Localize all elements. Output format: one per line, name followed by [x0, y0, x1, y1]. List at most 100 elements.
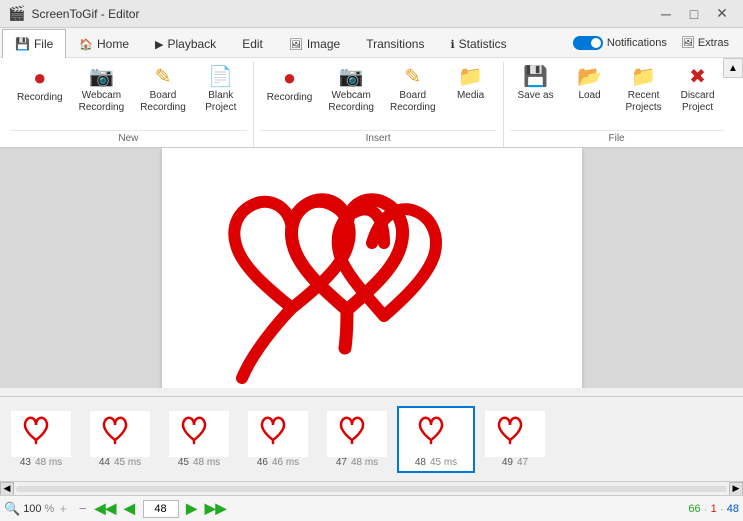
save-as-icon: 💾: [523, 67, 548, 87]
insert-webcam-button[interactable]: 📷 WebcamRecording: [321, 62, 381, 119]
tab-statistics[interactable]: ℹ Statistics: [437, 29, 519, 58]
frame-44-info: 44 45 ms: [99, 457, 141, 468]
frame-46-info: 46 46 ms: [257, 457, 299, 468]
frame-46-thumbnail: [248, 411, 308, 457]
app-title: ScreenToGif - Editor: [31, 7, 139, 21]
frame-44-thumbnail: [90, 411, 150, 457]
file-icon: 💾: [15, 37, 30, 51]
discard-icon: ✖: [689, 67, 706, 87]
frame-46[interactable]: 46 46 ms: [239, 406, 317, 473]
save-as-label: Save as: [517, 90, 553, 102]
coord-separator-2: ·: [720, 502, 724, 516]
frame-48-ms: 45 ms: [430, 457, 457, 468]
frame-47-num: 47: [336, 457, 347, 468]
zoom-separator-1: +: [59, 501, 67, 516]
webcam-recording-button[interactable]: 📷 WebcamRecording: [72, 62, 132, 119]
insert-recording-button[interactable]: ● Recording: [260, 62, 320, 109]
extras-button[interactable]: 🖼 Extras: [675, 34, 735, 51]
zoom-value: 100: [23, 503, 41, 515]
frame-43-num: 43: [20, 457, 31, 468]
ribbon-group-insert-items: ● Recording 📷 WebcamRecording ✎ BoardRec…: [260, 62, 497, 128]
insert-board-button[interactable]: ✎ BoardRecording: [383, 62, 443, 119]
board-label: BoardRecording: [140, 90, 186, 114]
toggle-switch[interactable]: [573, 36, 603, 50]
maximize-button[interactable]: □: [681, 4, 707, 24]
frame-43[interactable]: 43 48 ms: [2, 406, 80, 473]
zoom-icon: 🔍: [4, 501, 20, 517]
frame-45-thumbnail: [169, 411, 229, 457]
frame-49[interactable]: 49 47: [476, 406, 554, 473]
notifications-toggle[interactable]: Notifications: [573, 36, 667, 50]
playback-icon: ▶: [155, 38, 163, 51]
close-button[interactable]: ✕: [709, 4, 735, 24]
tab-playback-label: Playback: [167, 37, 216, 51]
nav-first-button[interactable]: ◀◀: [95, 499, 117, 519]
ribbon-group-file-items: 💾 Save as 📂 Load 📁 RecentProjects ✖ Disc…: [510, 62, 724, 128]
tab-image-label: Image: [307, 37, 340, 51]
media-label: Media: [457, 90, 484, 102]
menu-bar: 💾 File 🏠 Home ▶ Playback Edit 🖼 Image Tr…: [0, 28, 743, 58]
coordinates-area: 66 · 1 · 48: [688, 502, 739, 516]
frame-49-ms: 47: [517, 457, 528, 468]
frame-48-info: 48 45 ms: [415, 457, 457, 468]
extras-icon: 🖼: [681, 36, 695, 49]
frame-44-ms: 45 ms: [114, 457, 141, 468]
nav-prev-button[interactable]: ◀: [119, 499, 141, 519]
recording-button[interactable]: ● Recording: [10, 62, 70, 109]
frame-47[interactable]: 47 48 ms: [318, 406, 396, 473]
tab-edit[interactable]: Edit: [229, 29, 276, 58]
scroll-right-button[interactable]: ▶: [729, 482, 743, 496]
title-bar-left: 🎬 ScreenToGif - Editor: [8, 5, 139, 22]
tab-transitions[interactable]: Transitions: [353, 29, 437, 58]
media-icon: 📁: [458, 67, 483, 87]
webcam-label: WebcamRecording: [79, 90, 125, 114]
discard-project-button[interactable]: ✖ DiscardProject: [672, 62, 724, 119]
frame-46-ms: 46 ms: [272, 457, 299, 468]
tab-file[interactable]: 💾 File: [2, 29, 66, 58]
tab-home[interactable]: 🏠 Home: [66, 29, 142, 58]
new-group-label: New: [10, 130, 247, 147]
recent-projects-button[interactable]: 📁 RecentProjects: [618, 62, 670, 119]
insert-webcam-icon: 📷: [339, 67, 364, 87]
scroll-track[interactable]: [16, 486, 727, 492]
coord-x-value: 66: [688, 503, 700, 515]
tab-file-label: File: [34, 37, 53, 51]
frame-number-input[interactable]: [143, 500, 179, 518]
title-bar: 🎬 ScreenToGif - Editor ─ □ ✕: [0, 0, 743, 28]
minus-icon: −: [79, 501, 87, 516]
frame-44[interactable]: 44 45 ms: [81, 406, 159, 473]
frame-45[interactable]: 45 48 ms: [160, 406, 238, 473]
tab-image[interactable]: 🖼 Image: [276, 29, 353, 58]
frame-46-num: 46: [257, 457, 268, 468]
canvas-container: [0, 148, 743, 388]
board-recording-button[interactable]: ✎ BoardRecording: [133, 62, 193, 119]
frame-48[interactable]: 48 45 ms: [397, 406, 475, 473]
load-label: Load: [578, 90, 600, 102]
save-as-button[interactable]: 💾 Save as: [510, 62, 562, 107]
board-icon: ✎: [155, 67, 172, 87]
coord-separator-1: ·: [704, 502, 708, 516]
ribbon-collapse-button[interactable]: ▲: [723, 58, 743, 78]
frame-47-thumbnail: [327, 411, 387, 457]
ribbon: ● Recording 📷 WebcamRecording ✎ BoardRec…: [0, 58, 743, 148]
media-button[interactable]: 📁 Media: [445, 62, 497, 107]
scroll-left-button[interactable]: ◀: [0, 482, 14, 496]
nav-next-button[interactable]: ▶: [181, 499, 203, 519]
minimize-button[interactable]: ─: [653, 4, 679, 24]
canvas-area: [162, 148, 582, 388]
ribbon-group-new: ● Recording 📷 WebcamRecording ✎ BoardRec…: [4, 62, 254, 147]
title-bar-controls: ─ □ ✕: [653, 4, 735, 24]
webcam-icon: 📷: [89, 67, 114, 87]
ribbon-group-file: 💾 Save as 📂 Load 📁 RecentProjects ✖ Disc…: [504, 62, 730, 147]
main-content-area: [0, 148, 743, 396]
insert-board-label: BoardRecording: [390, 90, 436, 114]
nav-last-button[interactable]: ▶▶: [205, 499, 227, 519]
frame-43-ms: 48 ms: [35, 457, 62, 468]
recording-label: Recording: [17, 92, 63, 104]
discard-label: DiscardProject: [681, 90, 715, 114]
bottom-toolbar: 🔍 100 % + − ◀◀ ◀ ▶ ▶▶ 66 · 1 · 48: [0, 495, 743, 521]
tab-playback[interactable]: ▶ Playback: [142, 29, 229, 58]
load-button[interactable]: 📂 Load: [564, 62, 616, 107]
filmstrip-scrollbar[interactable]: ◀ ▶: [0, 481, 743, 495]
blank-project-button[interactable]: 📄 BlankProject: [195, 62, 247, 119]
